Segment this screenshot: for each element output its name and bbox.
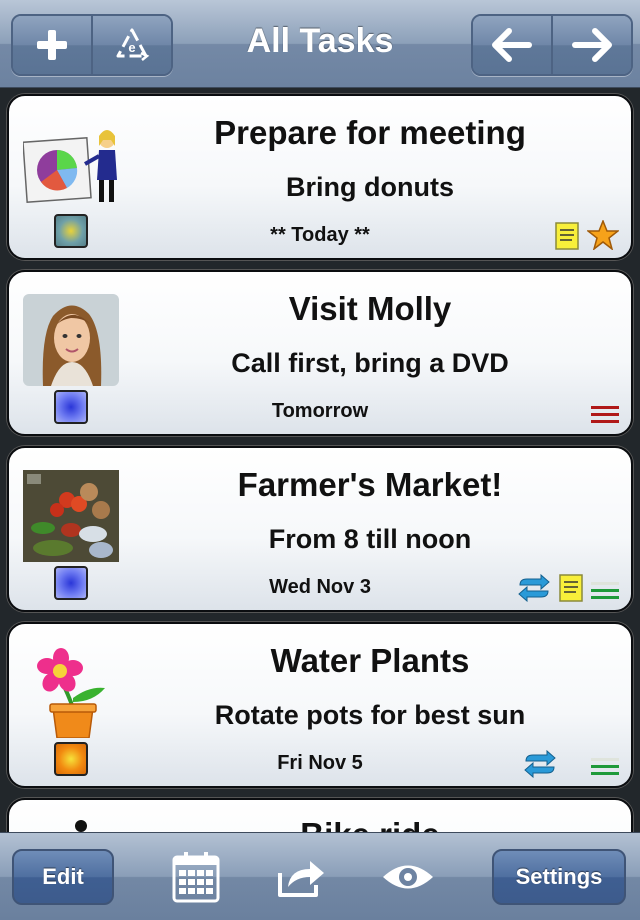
presentation-pie-chart-icon	[22, 118, 119, 210]
vegetables-photo	[23, 470, 119, 562]
task-title: Prepare for meeting	[214, 114, 526, 151]
navigation-bar: e All Tasks	[0, 0, 640, 88]
previous-button[interactable]	[473, 16, 551, 74]
plus-icon	[37, 30, 67, 60]
edit-button[interactable]: Edit	[12, 849, 114, 905]
view-button[interactable]	[378, 847, 438, 907]
task-indicators	[517, 574, 619, 602]
eye-icon	[383, 865, 433, 889]
task-card[interactable]: Water Plants Rotate pots for best sun Fr…	[7, 622, 633, 788]
priority-square[interactable]	[54, 390, 88, 424]
task-note: Bring donuts	[286, 172, 454, 202]
priority-square[interactable]	[54, 214, 88, 248]
note-icon	[559, 574, 583, 602]
note-icon	[555, 222, 579, 250]
arrow-right-icon	[572, 28, 612, 62]
calendar-button[interactable]	[166, 847, 226, 907]
task-list[interactable]: Prepare for meeting Bring donuts ** Toda…	[0, 88, 640, 832]
bottom-toolbar: Edit Settings	[0, 832, 640, 920]
star-icon	[587, 220, 619, 250]
task-note: Rotate pots for best sun	[214, 700, 526, 730]
recycle-button[interactable]: e	[91, 16, 171, 74]
page-title: All Tasks	[246, 22, 394, 60]
task-card[interactable]: Prepare for meeting Bring donuts ** Toda…	[7, 94, 633, 260]
task-indicators	[591, 404, 619, 426]
task-note: Call first, bring a DVD	[231, 348, 509, 378]
task-date: Wed Nov 3	[269, 576, 371, 598]
task-indicators	[555, 220, 619, 250]
svg-text:e: e	[128, 40, 135, 55]
share-button[interactable]	[272, 847, 332, 907]
left-button-group: e	[11, 14, 173, 76]
task-card[interactable]: Farmer's Market! From 8 till noon Wed No…	[7, 446, 633, 612]
repeat-icon	[518, 574, 550, 602]
next-button[interactable]	[551, 16, 631, 74]
share-arrow-icon	[278, 861, 324, 897]
task-title: Water Plants	[270, 642, 470, 679]
task-date: Fri Nov 5	[277, 752, 363, 774]
contact-photo	[23, 294, 119, 386]
green-bars-icon	[591, 582, 619, 599]
right-button-group	[471, 14, 633, 76]
arrow-left-icon	[492, 28, 532, 62]
task-card[interactable]: Visit Molly Call first, bring a DVD Tomo…	[7, 270, 633, 436]
flower-pot-icon	[23, 646, 119, 739]
calendar-icon	[172, 852, 220, 903]
task-card[interactable]: Bike ride	[7, 798, 633, 832]
red-bars-icon	[591, 406, 619, 423]
cyclist-icon	[23, 814, 119, 832]
task-title: Farmer's Market!	[237, 466, 503, 503]
task-date: Tomorrow	[271, 400, 369, 422]
settings-button[interactable]: Settings	[492, 849, 626, 905]
priority-square[interactable]	[54, 566, 88, 600]
recycle-e-icon: e	[116, 28, 150, 61]
task-title: Visit Molly	[288, 290, 452, 327]
task-title: Bike ride	[119, 816, 621, 832]
green-bars-icon	[591, 758, 619, 775]
task-note: From 8 till noon	[268, 524, 472, 554]
priority-square[interactable]	[54, 742, 88, 776]
add-task-button[interactable]	[13, 16, 91, 74]
repeat-icon	[524, 750, 556, 778]
task-date: ** Today **	[270, 224, 370, 246]
task-indicators	[523, 750, 619, 778]
